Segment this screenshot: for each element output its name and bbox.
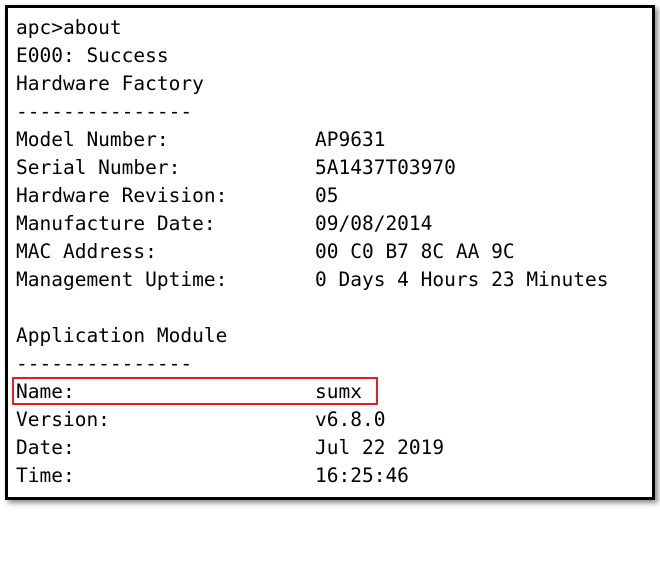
time-value: 16:25:46: [315, 464, 409, 487]
hardware-revision-label: Hardware Revision:: [16, 184, 228, 207]
application-section-title: Application Module: [16, 324, 228, 347]
manufacture-date-label: Manufacture Date:: [16, 212, 216, 235]
hardware-row-management-uptime: Management Uptime: 0 Days 4 Hours 23 Min…: [16, 266, 652, 294]
hardware-revision-value: 05: [315, 184, 339, 207]
hardware-section-title: Hardware Factory: [16, 72, 204, 95]
hardware-row-mac-address: MAC Address: 00 C0 B7 8C AA 9C: [16, 238, 652, 266]
terminal-window: apc>about E000: Success Hardware Factory…: [5, 5, 655, 500]
manufacture-date-value: 09/08/2014: [315, 212, 433, 235]
hardware-row-manufacture-date: Manufacture Date: 09/08/2014: [16, 210, 652, 238]
management-uptime-label: Management Uptime:: [16, 268, 228, 291]
hardware-row-model-number: Model Number: AP9631: [16, 126, 652, 154]
application-row-time: Time: 16:25:46: [16, 462, 652, 490]
model-number-label: Model Number:: [16, 128, 169, 151]
application-row-name: Name: sumx: [12, 377, 652, 406]
version-value: v6.8.0: [315, 408, 386, 431]
application-row-date: Date: Jul 22 2019: [16, 434, 652, 462]
model-number-value: AP9631: [315, 128, 386, 151]
mac-address-label: MAC Address:: [16, 240, 157, 263]
name-value: sumx: [315, 380, 362, 403]
serial-number-value: 5A1437T03970: [315, 156, 456, 179]
hardware-row-serial-number: Serial Number: 5A1437T03970: [16, 154, 652, 182]
serial-number-label: Serial Number:: [16, 156, 181, 179]
version-label: Version:: [16, 408, 110, 431]
status-line: E000: Success: [16, 44, 169, 67]
hardware-row-hardware-revision: Hardware Revision: 05: [16, 182, 652, 210]
command-line: apc>about: [16, 16, 122, 39]
date-value: Jul 22 2019: [315, 436, 445, 459]
time-label: Time:: [16, 464, 75, 487]
terminal-output: apc>about E000: Success Hardware Factory…: [12, 14, 652, 490]
mac-address-value: 00 C0 B7 8C AA 9C: [315, 240, 515, 263]
application-separator: ---------------: [16, 352, 193, 375]
management-uptime-value: 0 Days 4 Hours 23 Minutes: [315, 268, 609, 291]
name-label: Name:: [16, 380, 75, 403]
date-label: Date:: [16, 436, 75, 459]
application-row-version: Version: v6.8.0: [16, 406, 652, 434]
hardware-separator: ---------------: [16, 100, 193, 123]
